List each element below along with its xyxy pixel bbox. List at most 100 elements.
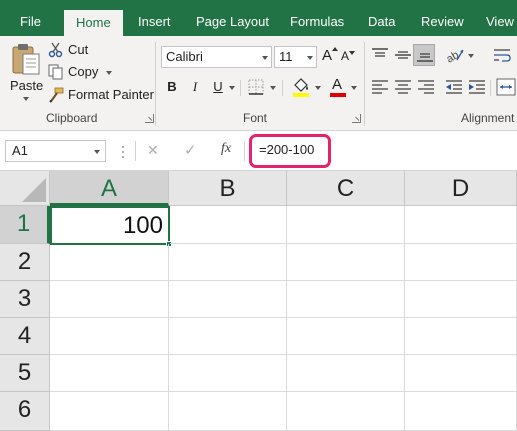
italic-button[interactable]: I — [186, 78, 204, 96]
cell-a1[interactable]: 100 — [50, 206, 170, 245]
column-header-c[interactable]: C — [287, 171, 405, 206]
shrink-font-icon: A — [341, 49, 350, 63]
fill-color-icon[interactable] — [292, 77, 310, 97]
copy-label: Copy — [68, 64, 99, 79]
align-left-icon[interactable] — [371, 79, 389, 95]
align-bottom-button[interactable] — [413, 44, 435, 66]
shrink-font-button[interactable]: A — [341, 49, 355, 65]
font-name-select[interactable]: Calibri — [161, 46, 272, 68]
cell-c2[interactable] — [287, 244, 405, 281]
cell-b1[interactable] — [170, 206, 287, 244]
cell-d2[interactable] — [405, 244, 517, 281]
tab-view[interactable]: View — [486, 12, 514, 36]
cell-d5[interactable] — [405, 355, 517, 392]
fill-color-dropdown-icon[interactable] — [315, 86, 321, 90]
cell-a4[interactable] — [50, 318, 169, 355]
orientation-dropdown-icon[interactable] — [468, 54, 474, 58]
cell-c4[interactable] — [287, 318, 405, 355]
merge-center-icon[interactable] — [496, 78, 516, 96]
group-divider — [240, 80, 241, 96]
cell-d4[interactable] — [405, 318, 517, 355]
worksheet-grid: A B C D 1 2 3 4 5 6 100 — [0, 171, 517, 431]
row-header-4[interactable]: 4 — [0, 318, 50, 355]
cell-d6[interactable] — [405, 392, 517, 431]
chevron-down-icon — [262, 56, 268, 60]
borders-icon[interactable] — [248, 79, 264, 95]
row-header-1[interactable]: 1 — [0, 206, 50, 244]
cell-c5[interactable] — [287, 355, 405, 392]
format-painter-button[interactable]: Format Painter — [48, 85, 154, 105]
group-divider — [282, 80, 283, 96]
cell-c1[interactable] — [287, 206, 405, 244]
cell-b4[interactable] — [169, 318, 287, 355]
tab-home[interactable]: Home — [64, 10, 123, 36]
chevron-down-icon — [307, 56, 313, 60]
cut-button[interactable]: Cut — [48, 40, 98, 60]
tab-file[interactable]: File — [20, 12, 41, 36]
font-color-dropdown-icon[interactable] — [351, 86, 357, 90]
font-size-select[interactable]: 11 — [274, 46, 317, 68]
align-center-icon[interactable] — [394, 79, 412, 95]
borders-dropdown-icon[interactable] — [270, 86, 276, 90]
cell-b2[interactable] — [169, 244, 287, 281]
row-header-5[interactable]: 5 — [0, 355, 50, 392]
chevron-down-icon — [94, 150, 100, 154]
tab-data[interactable]: Data — [368, 12, 395, 36]
row-header-6[interactable]: 6 — [0, 392, 50, 431]
cell-b5[interactable] — [169, 355, 287, 392]
copy-button[interactable]: Copy — [48, 62, 120, 82]
name-box-value: A1 — [12, 143, 28, 158]
orientation-icon[interactable]: ab — [445, 46, 467, 64]
cell-d1[interactable] — [405, 206, 517, 244]
underline-dropdown-icon[interactable] — [229, 86, 235, 90]
cell-b6[interactable] — [169, 392, 287, 431]
cell-c6[interactable] — [287, 392, 405, 431]
copy-icon — [48, 64, 63, 80]
column-header-b[interactable]: B — [169, 171, 287, 206]
grow-font-icon: A — [322, 47, 333, 64]
align-middle-icon[interactable] — [394, 46, 412, 64]
cell-c3[interactable] — [287, 281, 405, 318]
wrap-text-icon[interactable] — [493, 46, 511, 64]
enter-icon[interactable]: ✓ — [184, 141, 197, 159]
align-right-icon[interactable] — [417, 79, 435, 95]
column-header-a[interactable]: A — [50, 171, 169, 206]
font-color-button[interactable]: A — [330, 76, 346, 97]
name-box[interactable]: A1 — [5, 140, 106, 162]
cell-a5[interactable] — [50, 355, 169, 392]
tab-review[interactable]: Review — [421, 12, 464, 36]
clipboard-launcher-icon[interactable] — [145, 114, 154, 123]
select-all-button[interactable] — [0, 171, 50, 206]
tab-formulas[interactable]: Formulas — [290, 12, 344, 36]
column-header-d[interactable]: D — [405, 171, 517, 206]
alignment-group-label: Alignment — [461, 111, 515, 125]
formula-divider — [135, 141, 136, 161]
tab-insert[interactable]: Insert — [138, 12, 171, 36]
scissors-icon — [48, 42, 63, 58]
cell-b3[interactable] — [169, 281, 287, 318]
cancel-icon[interactable]: ✕ — [147, 142, 159, 159]
drag-handle-icon[interactable] — [121, 145, 125, 159]
align-top-icon[interactable] — [371, 46, 389, 64]
decrease-indent-icon[interactable] — [445, 79, 463, 95]
tab-page-layout[interactable]: Page Layout — [196, 12, 269, 36]
cell-a6[interactable] — [50, 392, 169, 431]
cell-a3[interactable] — [50, 281, 169, 318]
grow-font-button[interactable]: A — [322, 47, 338, 65]
insert-function-icon[interactable]: fx — [221, 141, 231, 157]
bold-button[interactable]: B — [163, 78, 181, 96]
cell-a2[interactable] — [50, 244, 169, 281]
increase-indent-icon[interactable] — [468, 79, 486, 95]
cell-d3[interactable] — [405, 281, 517, 318]
clipboard-group-label: Clipboard — [46, 111, 98, 125]
underline-button[interactable]: U — [209, 78, 227, 96]
row-header-2[interactable]: 2 — [0, 244, 50, 281]
paste-dropdown-icon[interactable] — [23, 97, 29, 101]
row-header-3[interactable]: 3 — [0, 281, 50, 318]
copy-dropdown-icon[interactable] — [106, 71, 112, 75]
paste-button[interactable]: Paste — [6, 40, 46, 101]
formula-highlight-annotation — [249, 134, 331, 168]
caret-down-icon — [349, 51, 355, 55]
font-launcher-icon[interactable] — [352, 114, 361, 123]
ribbon: Paste Cut Copy Format Painter Clipboard … — [0, 36, 517, 131]
